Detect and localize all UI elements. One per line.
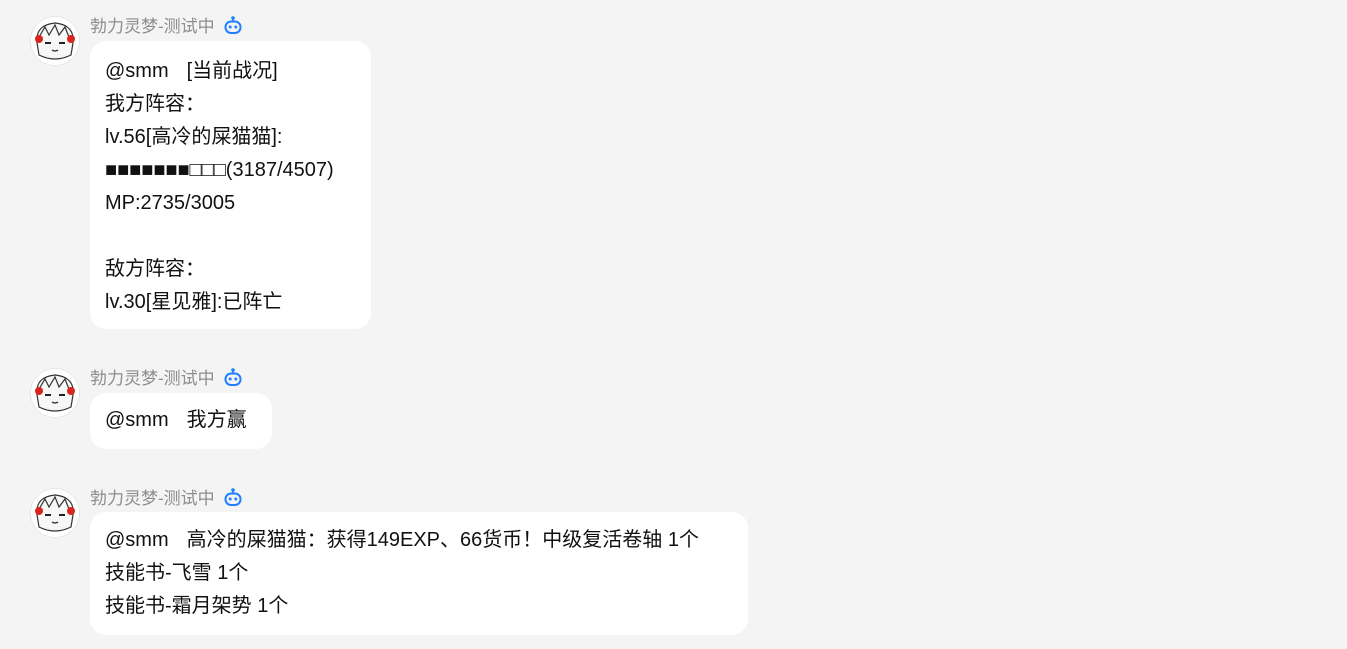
- message-line: @smm 高冷的屎猫猫：获得149EXP、66货币！中级复活卷轴 1个: [105, 524, 733, 557]
- message-text: 我方赢: [186, 409, 247, 431]
- message-line: @smm [当前战况]: [105, 55, 356, 88]
- sender-row: 勃力灵梦-测试中: [90, 364, 243, 389]
- message-line: @smm 我方赢: [105, 404, 257, 437]
- robot-icon: [223, 15, 243, 35]
- message-line: 敌方阵容：: [105, 258, 205, 280]
- message-bubble[interactable]: @smm 我方赢: [90, 393, 272, 449]
- sender-name: 勃力灵梦-测试中: [90, 369, 215, 388]
- avatar[interactable]: [30, 488, 80, 538]
- message-line: lv.30[星见雅]:已阵亡: [105, 291, 283, 313]
- message-line: [105, 220, 356, 253]
- message-bubble[interactable]: @smm 高冷的屎猫猫：获得149EXP、66货币！中级复活卷轴 1个 技能书-飞…: [90, 512, 748, 635]
- sender-name: 勃力灵梦-测试中: [90, 489, 215, 508]
- hp-bar-line: ■■■■■■■□□□(3187/4507): [105, 159, 334, 181]
- avatar[interactable]: [30, 368, 80, 418]
- avatar[interactable]: [30, 16, 80, 66]
- anime-avatar-icon: [31, 489, 79, 537]
- message-line: lv.56[高冷的屎猫猫]:: [105, 126, 283, 148]
- message-line: 技能书-霜月架势 1个: [105, 595, 289, 617]
- message-text: 高冷的屎猫猫：获得149EXP、66货币！中级复活卷轴 1个: [186, 529, 699, 551]
- message-text: [当前战况]: [186, 60, 278, 82]
- robot-icon: [223, 487, 243, 507]
- message-line: MP:2735/3005: [105, 192, 236, 214]
- sender-row: 勃力灵梦-测试中: [90, 12, 243, 37]
- sender-name: 勃力灵梦-测试中: [90, 17, 215, 36]
- sender-row: 勃力灵梦-测试中: [90, 484, 243, 509]
- mention[interactable]: @smm: [105, 409, 169, 431]
- message-line: 技能书-飞雪 1个: [105, 562, 249, 584]
- anime-avatar-icon: [31, 17, 79, 65]
- anime-avatar-icon: [31, 369, 79, 417]
- message-bubble[interactable]: @smm [当前战况] 我方阵容： lv.56[高冷的屎猫猫]: ■■■■■■■□…: [90, 41, 371, 329]
- robot-icon: [223, 367, 243, 387]
- message-line: 我方阵容：: [105, 93, 205, 115]
- mention[interactable]: @smm: [105, 529, 169, 551]
- mention[interactable]: @smm: [105, 60, 169, 82]
